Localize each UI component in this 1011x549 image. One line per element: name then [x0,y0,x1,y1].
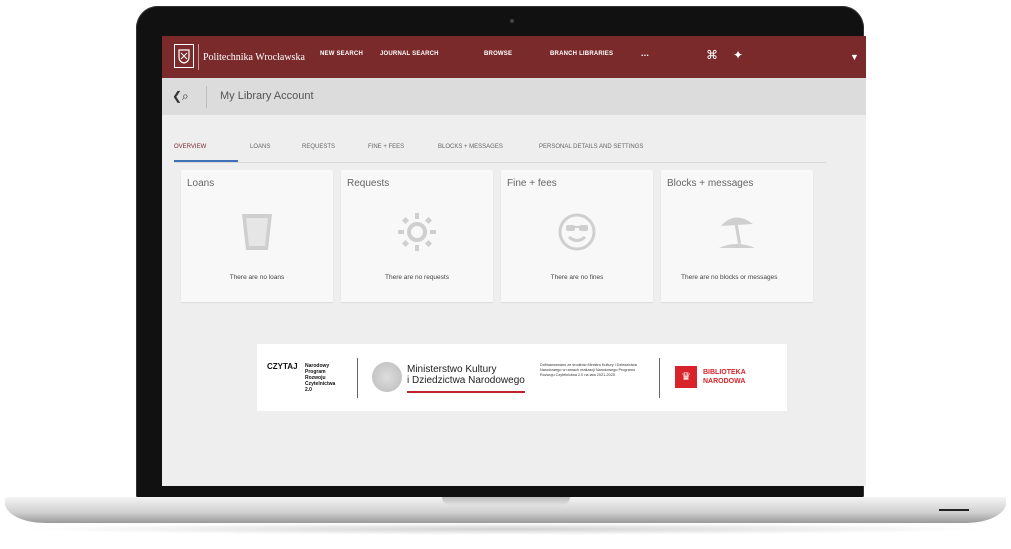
tab-overview[interactable]: OVERVIEW [174,144,206,150]
back-search-icon[interactable]: ❮⌕ [172,89,189,104]
university-logo-icon[interactable] [174,44,194,68]
fines-card[interactable]: Fine + fees There are no fines [501,170,653,302]
sponsor-divider [357,358,358,398]
sponsor-divider [659,358,660,398]
laptop-hinge-notch [442,497,570,505]
beach-umbrella-icon [715,212,759,257]
card-title: Fine + fees [507,178,557,189]
funding-text: Dofinansowano ze środków Ministra Kultur… [540,363,637,377]
scroll-cross-icon[interactable]: ⌘ [706,48,718,62]
crown-logo-icon: ♛ [675,366,697,388]
card-empty-text: There are no loans [229,274,285,281]
tab-loans[interactable]: LOANS [250,144,270,150]
nav-journal-search[interactable]: JOURNAL SEARCH [380,51,439,57]
npr-logo: CZYTAJ [267,362,298,371]
blocks-card[interactable]: Blocks + messages There are no blocks or… [661,170,813,302]
card-title: Loans [187,178,215,189]
eagle-emblem-icon [372,362,402,392]
chevron-down-icon[interactable]: ▼ [850,52,859,62]
bn-line1: BIBLIOTEKA [703,369,746,376]
sunglasses-face-icon [557,212,597,257]
page-title: My Library Account [220,90,314,102]
tab-blocks-messages[interactable]: BLOCKS + MESSAGES [438,144,503,150]
header-divider [206,86,207,108]
loans-card[interactable]: Loans There are no loans [181,170,333,302]
page-header-bar: ❮⌕ My Library Account [162,78,866,115]
app-screen: Politechnika Wrocławska NEW SEARCH JOURN… [162,36,866,486]
active-tab-indicator [174,160,238,162]
logo-divider [198,44,199,70]
brand-name[interactable]: Politechnika Wrocławska [203,52,305,63]
laptop-shadow [20,523,991,535]
laptop-base-line [939,509,969,511]
card-empty-text: There are no fines [550,274,604,281]
glass-icon [240,212,274,257]
nav-new-search[interactable]: NEW SEARCH [320,51,363,57]
bn-line2: NARODOWA [703,378,746,385]
tab-requests[interactable]: REQUESTS [302,144,335,150]
card-empty-text: There are no requests [385,274,449,281]
sponsor-banner: CZYTAJ Narodowy Program Rozwoju Czytelni… [257,344,787,411]
tab-personal-details[interactable]: PERSONAL DETAILS AND SETTINGS [539,144,643,150]
card-title: Requests [347,178,390,189]
tab-fine-fees[interactable]: FINE + FEES [368,144,404,150]
nav-browse[interactable]: BROWSE [484,51,512,57]
nav-more[interactable]: ... [641,48,649,58]
account-tabs: OVERVIEW LOANS REQUESTS FINE + FEES BLOC… [174,142,826,163]
pin-icon[interactable]: ✦ [733,48,743,62]
laptop-camera [510,19,514,23]
card-title: Blocks + messages [667,178,754,189]
top-navigation-bar: Politechnika Wrocławska NEW SEARCH JOURN… [162,36,866,78]
ministry-line2: i Dziedzictwa Narodowego [407,375,525,386]
card-empty-text: There are no blocks or messages [681,274,778,281]
ministry-underline [407,391,525,393]
requests-card[interactable]: Requests There are no requests [341,170,493,302]
sun-icon [397,212,437,257]
nav-branch-libraries[interactable]: BRANCH LIBRARIES [550,51,613,57]
npr-text: Narodowy Program Rozwoju Czytelnictwa 2.… [305,363,336,393]
ministry-line1: Ministerstwo Kultury [407,364,497,375]
